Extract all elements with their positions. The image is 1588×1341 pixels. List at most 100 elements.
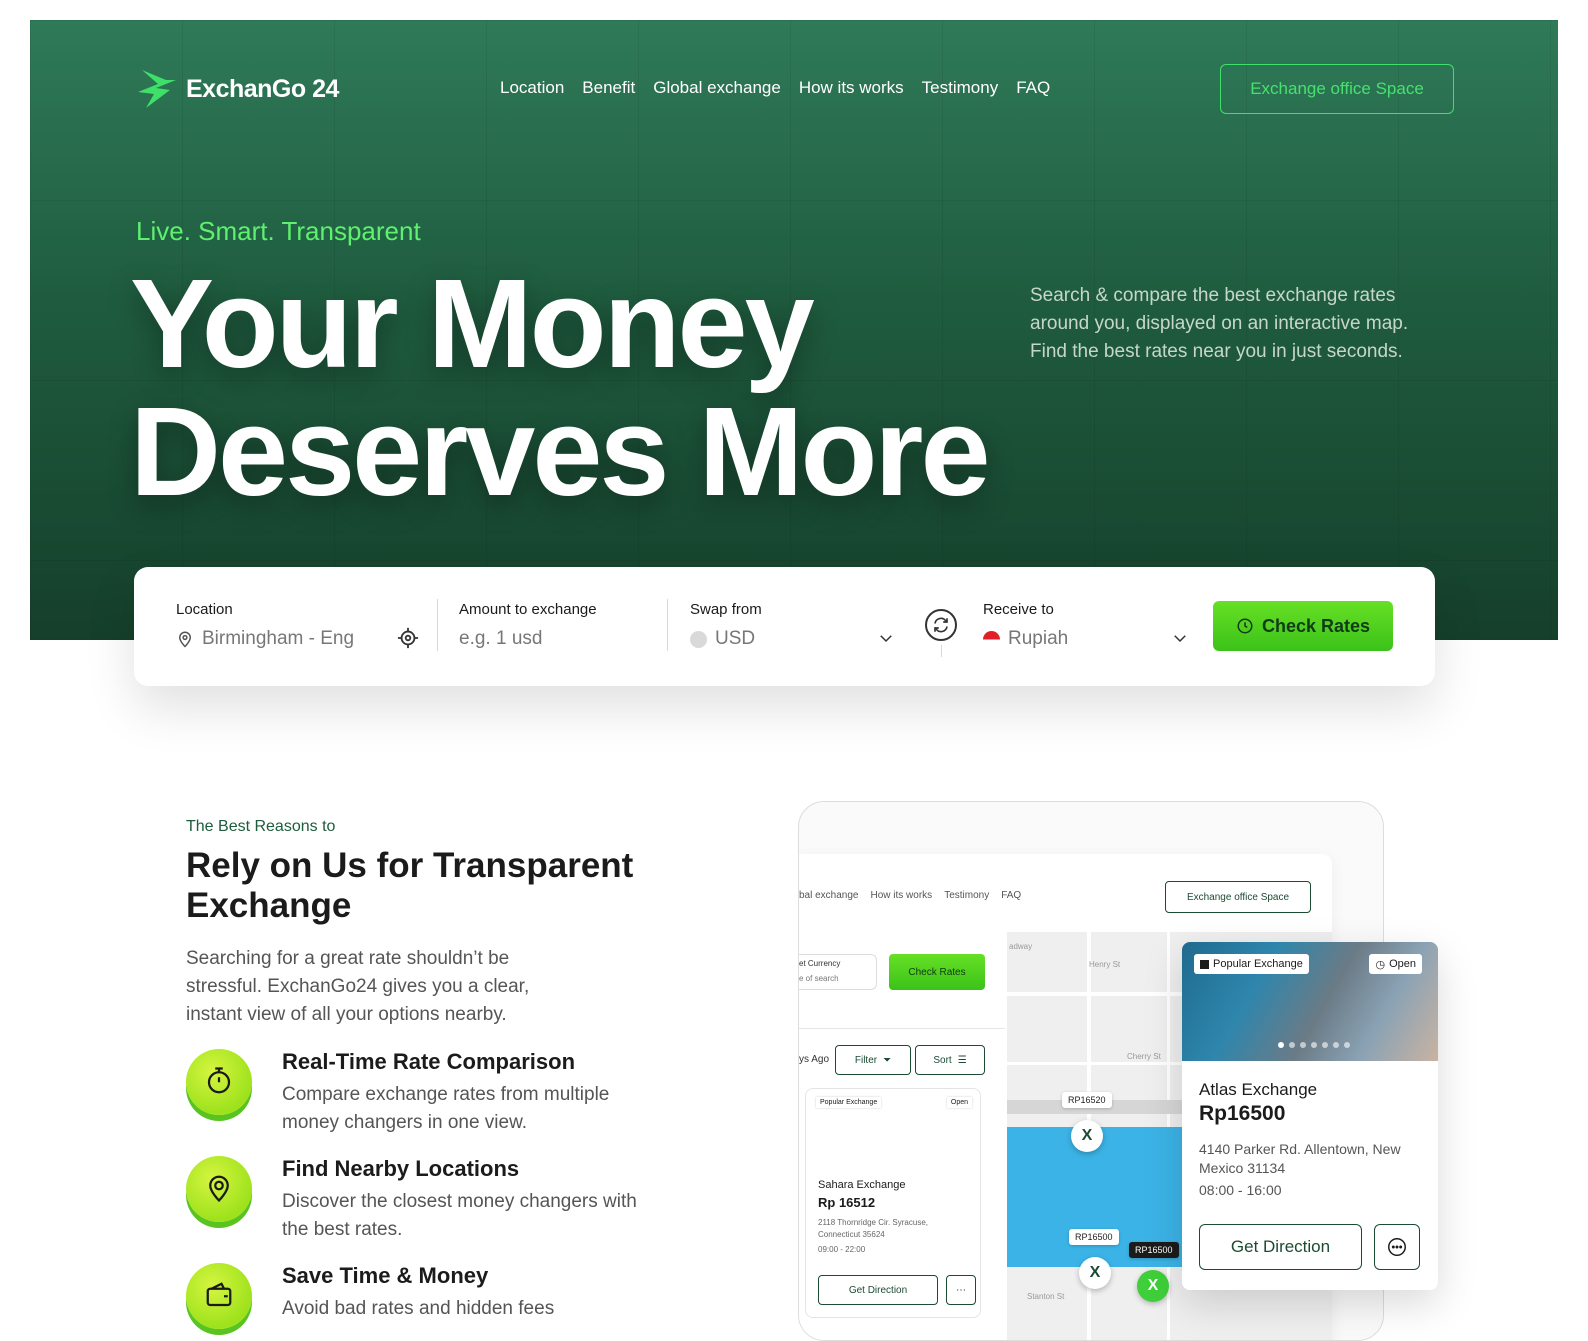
chevron-down-icon[interactable] <box>877 629 895 647</box>
feature-description: Compare exchange rates from multiple mon… <box>282 1084 610 1133</box>
exchange-hours: 08:00 - 16:00 <box>1199 1182 1282 1198</box>
headline-line-2: Deserves More <box>130 381 991 522</box>
logo-text: ExchanGo 24 <box>186 74 339 103</box>
exchange-photo[interactable]: Popular Exchange ◷ Open <box>1182 942 1438 1061</box>
street-label: Stanton St <box>1027 1292 1065 1301</box>
preview-divider <box>799 1028 1005 1029</box>
locate-me-icon[interactable] <box>397 627 419 649</box>
swap-from-label: Swap from <box>690 601 762 618</box>
amount-label: Amount to exchange <box>459 601 597 618</box>
map-pin-marker[interactable]: X <box>1137 1270 1169 1302</box>
preview-nav-item[interactable]: How its works <box>871 890 933 901</box>
preview-office-button[interactable]: Exchange office Space <box>1165 881 1311 913</box>
hero-section: ExchanGo 24 Location Benefit Global exch… <box>30 20 1558 640</box>
preview-currency-value: e of search <box>799 974 839 983</box>
preview-nav: bal exchange How its works Testimony FAQ <box>799 890 1021 901</box>
clock-icon <box>1237 618 1253 634</box>
street-label: adway <box>1009 942 1033 951</box>
location-field[interactable]: Location Birmingham - Eng <box>176 601 354 650</box>
street-label: Cherry St <box>1127 1052 1161 1061</box>
hero-headline: Your Money Deserves More <box>130 253 991 522</box>
nav-location[interactable]: Location <box>500 78 564 98</box>
preview-filter-label: Filter <box>854 1054 878 1066</box>
preview-card-name: Sahara Exchange <box>818 1179 906 1191</box>
hero-description: Search & compare the best exchange rates… <box>1030 285 1409 362</box>
nav-faq[interactable]: FAQ <box>1016 78 1050 98</box>
feature-description: Avoid bad rates and hidden fees <box>282 1298 555 1319</box>
headline-line-1: Your Money <box>130 253 815 394</box>
preview-filter-button[interactable]: Filter ⏷ <box>835 1045 911 1075</box>
preview-card-status: Open <box>947 1097 972 1108</box>
more-options-button[interactable] <box>1374 1224 1420 1270</box>
logo[interactable]: ExchanGo 24 <box>136 68 339 110</box>
reasons-description: Searching for a great rate shouldn’t be … <box>186 948 530 1025</box>
divider <box>437 599 438 651</box>
map-pin-label: RP16520 <box>1062 1092 1112 1108</box>
more-dots-icon <box>1388 1238 1406 1256</box>
preview-nav-item[interactable]: bal exchange <box>799 890 859 901</box>
amount-field[interactable]: Amount to exchange e.g. 1 usd <box>459 601 597 650</box>
chevron-down-icon[interactable] <box>1171 629 1189 647</box>
exchange-price: Rp16500 <box>1199 1102 1286 1125</box>
preview-nav-item[interactable]: Testimony <box>944 890 989 901</box>
nav-global-exchange[interactable]: Global exchange <box>653 78 781 98</box>
map-pin-marker[interactable]: X <box>1079 1257 1111 1289</box>
usd-flag-icon <box>690 630 707 648</box>
nav-how-it-works[interactable]: How its works <box>799 78 904 98</box>
square-icon <box>1200 959 1209 969</box>
nav-testimony[interactable]: Testimony <box>922 78 999 98</box>
preview-check-rates-button[interactable]: Check Rates <box>889 954 985 990</box>
check-rates-label: Check Rates <box>1261 615 1371 636</box>
preview-exchange-card[interactable]: Popular Exchange Open Sahara Exchange Rp… <box>805 1088 981 1318</box>
preview-more-button[interactable]: ⋯ <box>946 1275 976 1305</box>
map-pin-label: RP16500 <box>1129 1242 1179 1258</box>
feature-title: Real-Time Rate Comparison <box>282 1049 576 1074</box>
location-value: Birmingham - Eng <box>202 628 355 649</box>
location-pin-icon <box>209 1175 229 1203</box>
map-pin-marker[interactable]: X <box>1071 1120 1103 1152</box>
main-nav: Location Benefit Global exchange How its… <box>500 78 1050 98</box>
filter-icon: ⏷ <box>883 1054 892 1066</box>
open-status-label: Open <box>1389 958 1416 970</box>
feature-title: Find Nearby Locations <box>282 1156 520 1181</box>
lightning-logo-icon <box>138 70 176 108</box>
preview-currency-select[interactable]: et Currency e of search <box>799 954 877 990</box>
preview-days-ago: ys Ago <box>799 1054 830 1065</box>
sort-icon: ☰ <box>957 1054 967 1066</box>
check-rates-button[interactable]: Check Rates <box>1213 601 1393 651</box>
stopwatch-icon <box>207 1067 231 1094</box>
preview-card-address: 2118 Thornridge Cir. Syracuse, Connectic… <box>818 1218 928 1239</box>
indonesia-flag-icon <box>983 630 1000 648</box>
popular-badge-label: Popular Exchange <box>1213 958 1303 970</box>
swap-from-field[interactable]: Swap from USD <box>690 601 762 650</box>
get-direction-button[interactable]: Get Direction <box>1199 1224 1362 1270</box>
popular-badge: Popular Exchange <box>1194 954 1309 974</box>
receive-to-field[interactable]: Receive to Rupiah <box>983 601 1068 650</box>
hero-tagline: Live. Smart. Transparent <box>136 216 421 246</box>
preview-sort-label: Sort <box>933 1054 952 1066</box>
preview-nav-item[interactable]: FAQ <box>1001 890 1021 901</box>
exchange-name: Atlas Exchange <box>1199 1080 1318 1099</box>
open-status-badge: ◷ Open <box>1369 954 1422 974</box>
swap-arrows-icon <box>934 617 948 633</box>
swap-currency-button[interactable] <box>925 609 957 641</box>
feature-title: Save Time & Money <box>282 1263 489 1288</box>
feature-icon-badge <box>186 1263 252 1329</box>
amount-input[interactable]: e.g. 1 usd <box>459 628 542 650</box>
nav-benefit[interactable]: Benefit <box>582 78 635 98</box>
receive-to-value: Rupiah <box>1008 628 1069 649</box>
reasons-eyebrow: The Best Reasons to <box>186 818 336 835</box>
preview-sort-button[interactable]: Sort ☰ <box>915 1045 985 1075</box>
map-pin-icon <box>178 631 192 648</box>
preview-currency-label: et Currency <box>799 959 841 968</box>
carousel-dots[interactable] <box>1278 1042 1350 1048</box>
preview-card-price: Rp 16512 <box>818 1195 876 1210</box>
exchange-office-space-button[interactable]: Exchange office Space <box>1220 64 1454 114</box>
preview-direction-button[interactable]: Get Direction <box>818 1275 938 1305</box>
exchange-detail-card: Popular Exchange ◷ Open Atlas Exchange R… <box>1182 942 1438 1290</box>
divider <box>941 645 942 657</box>
preview-card-hours: 09:00 - 22:00 <box>818 1245 866 1254</box>
feature-icon-badge <box>186 1049 252 1115</box>
reasons-title: Rely on Us for Transparent Exchange <box>186 846 634 925</box>
timer-icon: ◷ <box>1375 958 1386 971</box>
